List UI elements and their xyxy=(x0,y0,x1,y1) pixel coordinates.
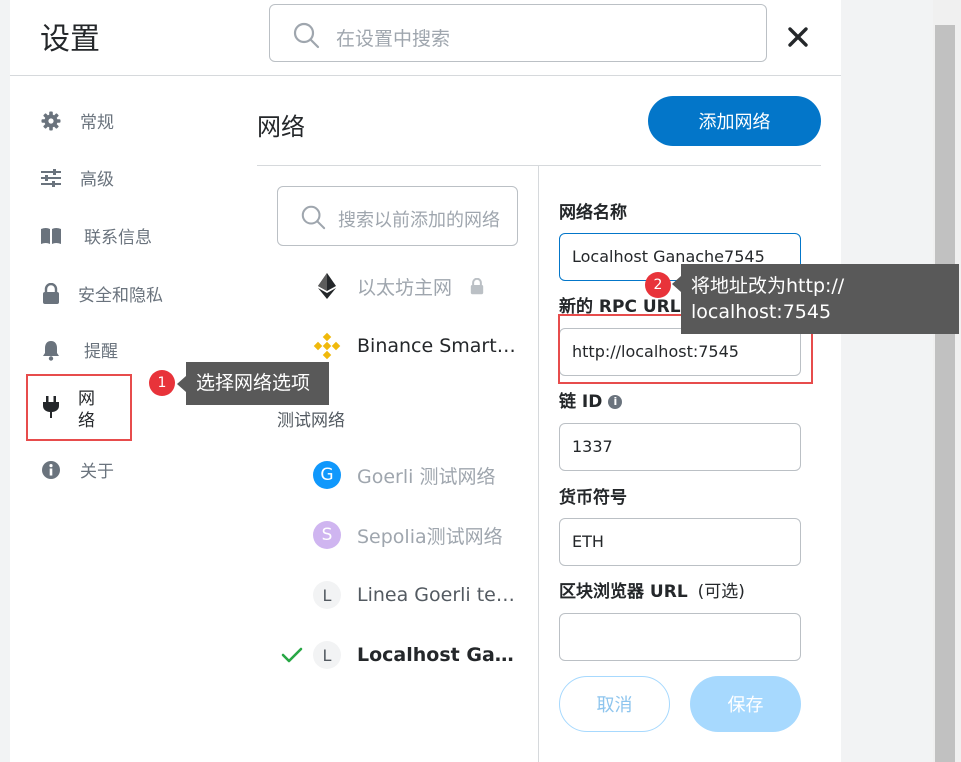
step-tooltip-2-line2: localhost:7545 xyxy=(691,301,832,323)
chain-id-label: 链 ID xyxy=(559,392,603,412)
sidebar-item-contacts[interactable]: 联系信息 xyxy=(40,223,152,248)
settings-search-input[interactable]: 在设置中搜索 xyxy=(269,4,767,62)
search-icon xyxy=(300,204,326,234)
sidebar-item-security[interactable]: 安全和隐私 xyxy=(40,281,163,306)
search-icon xyxy=(292,21,320,53)
network-avatar: S xyxy=(313,521,341,549)
check-icon xyxy=(277,646,313,664)
close-icon[interactable] xyxy=(783,22,813,52)
cancel-button[interactable]: 取消 xyxy=(559,676,670,732)
network-avatar: G xyxy=(313,461,341,489)
sidebar-item-label: 安全和隐私 xyxy=(78,286,163,306)
sidebar-item-alerts[interactable]: 提醒 xyxy=(40,337,118,362)
currency-symbol-label: 货币符号 xyxy=(559,488,627,508)
network-item-localhost[interactable]: L Localhost Ganache7545 xyxy=(277,635,527,675)
step-badge-1: 1 xyxy=(149,370,175,396)
sidebar-item-label: 联系信息 xyxy=(84,228,152,248)
explorer-url-field[interactable] xyxy=(559,613,801,661)
binance-icon xyxy=(313,332,341,360)
network-item-mainnet[interactable]: 以太坊主网 xyxy=(277,266,527,306)
network-item-goerli[interactable]: G Goerli 测试网络 xyxy=(277,455,527,495)
settings-search-placeholder: 在设置中搜索 xyxy=(336,28,451,50)
step-tooltip-1: 选择网络选项 xyxy=(177,362,329,405)
network-name: Localhost Ganache7545 xyxy=(357,644,519,666)
sidebar-item-label: 常规 xyxy=(80,113,114,133)
sliders-icon xyxy=(40,167,62,189)
optional-label: (可选) xyxy=(697,582,745,602)
save-button[interactable]: 保存 xyxy=(690,676,801,732)
sidebar-item-advanced[interactable]: 高级 xyxy=(40,165,114,190)
bell-icon xyxy=(40,339,62,361)
step-tooltip-2-line1: 将地址改为http:// xyxy=(691,275,845,297)
sidebar-item-about[interactable]: 关于 xyxy=(40,457,114,482)
sidebar-item-label: 关于 xyxy=(80,462,114,482)
network-item-linea[interactable]: L Linea Goerli test network xyxy=(277,575,527,615)
info-icon xyxy=(40,459,62,481)
book-icon xyxy=(40,225,62,247)
step-badge-2: 2 xyxy=(645,272,671,298)
column-divider xyxy=(538,166,539,762)
network-search-placeholder: 搜索以前添加的网络 xyxy=(338,210,500,231)
network-name: Binance Smart Chain xyxy=(357,335,519,357)
networks-highlight-box xyxy=(26,374,132,441)
sidebar-item-general[interactable]: 常规 xyxy=(40,108,114,133)
network-item-bsc[interactable]: Binance Smart Chain xyxy=(277,326,527,366)
window-scrollbar-thumb[interactable] xyxy=(935,25,955,762)
explorer-url-label-row: 区块浏览器 URL (可选) xyxy=(559,577,745,602)
network-name-label: 网络名称 xyxy=(559,203,627,223)
sidebar-item-label: 提醒 xyxy=(84,342,118,362)
sidebar-item-label: 高级 xyxy=(80,170,114,190)
add-network-button[interactable]: 添加网络 xyxy=(648,96,821,146)
explorer-url-label: 区块浏览器 URL xyxy=(559,582,688,602)
lock-icon xyxy=(40,282,62,305)
network-search-input[interactable]: 搜索以前添加的网络 xyxy=(277,186,518,246)
test-networks-label: 测试网络 xyxy=(277,411,345,431)
network-avatar: L xyxy=(313,641,341,669)
lock-icon xyxy=(470,277,484,295)
networks-divider xyxy=(257,165,821,166)
step-tooltip-2: 将地址改为http:// localhost:7545 xyxy=(672,264,959,334)
network-avatar: L xyxy=(313,581,341,609)
header-divider xyxy=(10,75,841,76)
network-name: Goerli 测试网络 xyxy=(357,465,496,488)
network-name: Sepolia测试网络 xyxy=(357,525,503,548)
chain-id-label-row: 链 ID i xyxy=(559,387,623,412)
network-name: 以太坊主网 xyxy=(357,276,453,299)
chain-id-field[interactable]: 1337 xyxy=(559,423,801,471)
gear-icon xyxy=(40,110,62,132)
network-name: Linea Goerli test network xyxy=(357,584,519,606)
networks-title: 网络 xyxy=(257,113,305,141)
page-title: 设置 xyxy=(40,22,100,57)
currency-symbol-field[interactable]: ETH xyxy=(559,518,801,566)
ethereum-icon xyxy=(313,272,341,300)
info-icon[interactable]: i xyxy=(608,395,623,409)
network-item-sepolia[interactable]: S Sepolia测试网络 xyxy=(277,515,527,555)
